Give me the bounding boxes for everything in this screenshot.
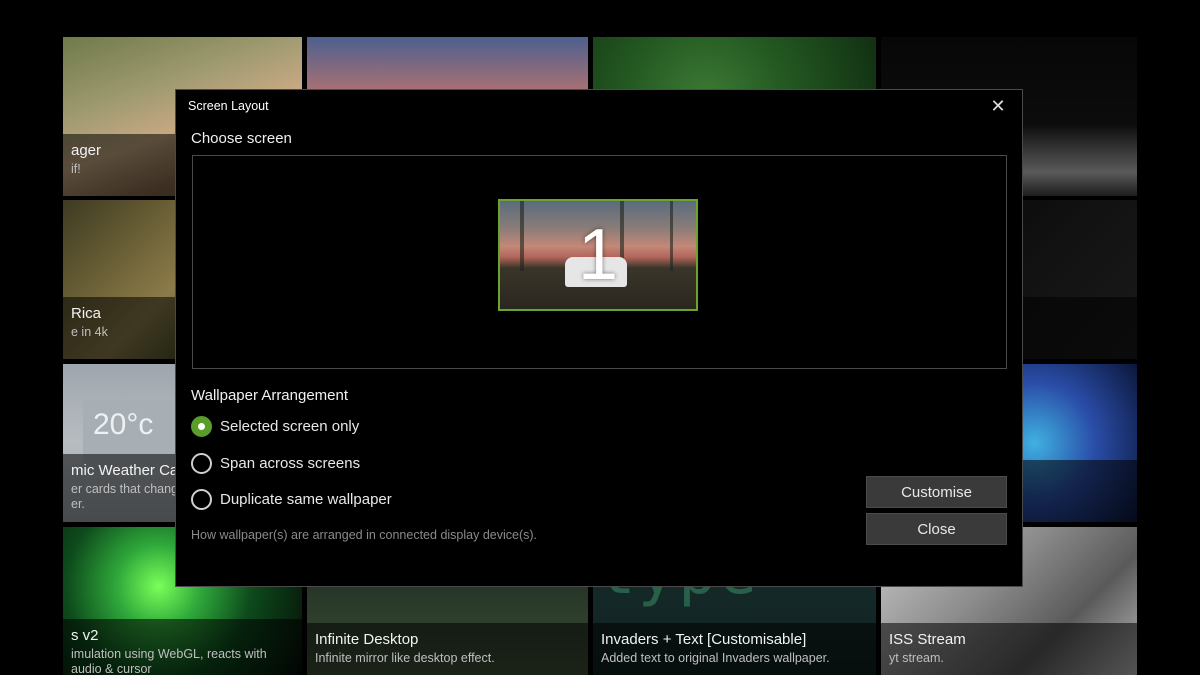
close-button[interactable]: Close	[866, 513, 1007, 545]
radio-button[interactable]	[191, 453, 212, 474]
monitor-number: 1	[577, 215, 619, 295]
tile-desc-2: audio & cursor	[71, 662, 152, 675]
customise-button[interactable]: Customise	[866, 476, 1007, 508]
tile-title: Invaders + Text [Customisable]	[601, 631, 807, 648]
radio-duplicate-same-wallpaper[interactable]: Duplicate same wallpaper	[191, 489, 392, 510]
radio-selected-screen-only[interactable]: Selected screen only	[191, 416, 359, 437]
radio-button-checked[interactable]	[191, 416, 212, 437]
tile-desc: Infinite mirror like desktop effect.	[315, 651, 495, 665]
tile-title: ISS Stream	[889, 631, 966, 648]
radio-span-across-screens[interactable]: Span across screens	[191, 453, 360, 474]
tile-caption: s v2 imulation using WebGL, reacts with …	[63, 619, 302, 675]
radio-label: Selected screen only	[220, 418, 360, 435]
radio-button[interactable]	[191, 489, 212, 510]
weather-temp: 20°c	[93, 408, 154, 441]
screen-layout-dialog: Screen Layout ✕ Choose screen 1 Wallpape…	[175, 89, 1023, 587]
screen-selector-area: 1	[192, 155, 1007, 369]
monitor-1-thumbnail[interactable]: 1	[498, 199, 698, 311]
choose-screen-heading: Choose screen	[191, 130, 292, 147]
radio-label: Span across screens	[220, 455, 361, 472]
tile-title: s v2	[71, 627, 99, 644]
tile-title: Infinite Desktop	[315, 631, 419, 648]
arrangement-hint: How wallpaper(s) are arranged in connect…	[191, 528, 538, 542]
close-icon[interactable]: ✕	[988, 96, 1008, 116]
tile-desc: Added text to original Invaders wallpape…	[601, 651, 830, 665]
tile-caption: ISS Stream yt stream.	[881, 623, 1137, 675]
tile-caption: Infinite Desktop Infinite mirror like de…	[307, 623, 588, 675]
tile-desc: yt stream.	[889, 651, 944, 665]
dialog-title: Screen Layout	[188, 99, 269, 113]
tile-caption: Invaders + Text [Customisable] Added tex…	[593, 623, 876, 675]
radio-label: Duplicate same wallpaper	[220, 491, 392, 508]
arrangement-heading: Wallpaper Arrangement	[191, 387, 349, 404]
tile-desc: imulation using WebGL, reacts with	[71, 647, 267, 661]
